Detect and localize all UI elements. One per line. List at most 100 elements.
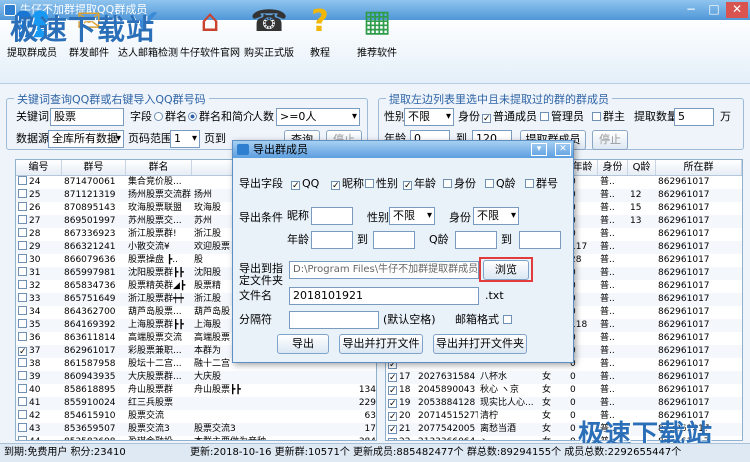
- field-qq-checkbox[interactable]: ✓ QQ: [291, 175, 319, 193]
- cond-nick-input[interactable]: [311, 207, 353, 225]
- table-row[interactable]: 40 858618895 舟山股票群 舟山股票┣┣ 134: [16, 384, 376, 397]
- count-input[interactable]: 5: [674, 108, 714, 126]
- checkbox-icon[interactable]: [18, 397, 27, 406]
- checkbox-icon[interactable]: [18, 241, 27, 250]
- table-cell: 普..: [600, 281, 615, 291]
- page-from-select[interactable]: 1: [170, 130, 200, 148]
- table-cell: 854615910: [64, 411, 116, 421]
- checkbox-icon[interactable]: [18, 319, 27, 328]
- row-checkbox-cell: ✓ 37: [18, 346, 41, 357]
- checkbox-icon[interactable]: [18, 423, 27, 432]
- gender-label: 性别: [384, 110, 406, 123]
- checkbox-icon[interactable]: [18, 228, 27, 237]
- checkbox-checked-icon[interactable]: ✓: [388, 412, 397, 422]
- checkbox-icon[interactable]: [18, 384, 27, 393]
- export-button[interactable]: 导出: [277, 334, 329, 354]
- export-dialog: 导出群成员 ▾ ✕ 导出字段 ✓ QQ ✓ 昵称 性别 ✓ 年龄 身份 Q龄 群号 导…: [232, 140, 574, 363]
- table-cell: 15: [630, 203, 642, 213]
- field-grp-checkbox[interactable]: 群号: [525, 175, 558, 193]
- table-cell: 871121319: [64, 190, 116, 200]
- checkbox-checked-icon[interactable]: ✓: [388, 425, 397, 435]
- checkbox-icon[interactable]: [18, 306, 27, 315]
- table-row[interactable]: 39 860943935 大庆股票群... 大庆股: [16, 371, 376, 384]
- maximize-button[interactable]: □: [703, 2, 725, 18]
- checkbox-icon[interactable]: [18, 293, 27, 302]
- checkbox-icon[interactable]: [18, 358, 27, 367]
- tool-recommend[interactable]: ▦ 推荐软件: [352, 2, 402, 62]
- checkbox-icon[interactable]: [18, 176, 27, 185]
- normal-member-checkbox[interactable]: ✓ 普通成员: [482, 108, 537, 126]
- tool-website[interactable]: ⌂ 牛仔软件官网: [180, 2, 240, 62]
- table-cell: 离愁当酒: [480, 424, 517, 434]
- table-row[interactable]: ✓ 18 2045890043 秋心 ヽ京 女 0 普.. 862961017: [386, 384, 742, 397]
- gender-select[interactable]: 不限: [404, 108, 454, 126]
- cond-age-from[interactable]: [311, 231, 353, 249]
- checkbox-checked-icon[interactable]: ✓: [388, 386, 397, 396]
- field-ql-checkbox[interactable]: Q龄: [485, 175, 516, 193]
- checkbox-checked-icon[interactable]: ✓: [18, 347, 27, 357]
- radio-group-name[interactable]: 群名: [154, 108, 187, 126]
- radio-group-name-intro[interactable]: 群名和简介: [188, 108, 254, 126]
- mail-format-checkbox[interactable]: 邮箱格式: [455, 311, 514, 329]
- checkbox-checked-icon[interactable]: ✓: [388, 438, 397, 440]
- separator-input[interactable]: [289, 311, 379, 329]
- checkbox-icon[interactable]: [18, 189, 27, 198]
- checkbox-icon[interactable]: [18, 410, 27, 419]
- keyword-input[interactable]: 股票: [50, 108, 124, 126]
- extract-stop-button[interactable]: 停止: [592, 130, 628, 150]
- close-button[interactable]: ✕: [726, 2, 748, 18]
- checkbox-icon[interactable]: [18, 254, 27, 263]
- table-cell: [628, 306, 656, 319]
- field-nick-checkbox[interactable]: ✓ 昵称: [331, 175, 364, 193]
- admin-checkbox[interactable]: 管理员: [540, 108, 584, 126]
- table-cell: 股票操盘 ┣..: [128, 255, 179, 265]
- table-cell: 普..: [600, 216, 615, 226]
- dialog-menu-icon[interactable]: ▾: [531, 143, 547, 156]
- table-row[interactable]: ✓ 19 2053884128 现实比人心... 女 0 普.. 862961017: [386, 397, 742, 410]
- table-cell: [628, 241, 656, 254]
- watermark-logo: 极速下载站: [10, 13, 156, 46]
- table-row[interactable]: 44852583698盈琪金融投...本群主要做为音种...384: [16, 436, 376, 440]
- row-checkbox-cell: 44: [16, 436, 62, 440]
- checkbox-checked-icon[interactable]: ✓: [388, 373, 397, 383]
- field-sex-checkbox[interactable]: 性别: [365, 175, 398, 193]
- dialog-close-icon[interactable]: ✕: [555, 143, 571, 156]
- cond-ql-to[interactable]: [519, 231, 561, 249]
- table-cell: 浙江股票群┿┿: [128, 294, 184, 304]
- cond-ql-from[interactable]: [455, 231, 497, 249]
- export-open-file-button[interactable]: 导出并打开文件: [339, 334, 423, 354]
- table-row[interactable]: 42 854615910 股票交流 63: [16, 410, 376, 423]
- checkbox-icon[interactable]: [18, 215, 27, 224]
- checkbox-icon[interactable]: [18, 267, 27, 276]
- table-cell: 862961017: [658, 359, 710, 369]
- table-row[interactable]: 43 853659507 股票交流3 股票交流3 17: [16, 423, 376, 436]
- browse-button[interactable]: 浏览: [483, 260, 529, 280]
- minimize-button[interactable]: −: [680, 2, 702, 18]
- table-cell: 862961017: [658, 281, 710, 291]
- separator-hint: (默认空格): [383, 313, 436, 326]
- table-cell: 862961017: [658, 320, 710, 330]
- field-age-checkbox[interactable]: ✓ 年龄: [403, 175, 436, 193]
- cond-sex-select[interactable]: 不限: [389, 207, 435, 225]
- table-row[interactable]: 41 855910024 红三兵股票 229: [16, 397, 376, 410]
- export-open-folder-button[interactable]: 导出并打开文件夹: [433, 334, 527, 354]
- cond-role-select[interactable]: 不限: [473, 207, 519, 225]
- checkbox-icon[interactable]: [18, 436, 27, 440]
- table-cell: 862961017: [658, 229, 710, 239]
- checkbox-icon[interactable]: [18, 371, 27, 380]
- checkbox-icon[interactable]: [18, 332, 27, 341]
- source-select[interactable]: 全库所有数据: [48, 130, 124, 148]
- members-select[interactable]: >=0人: [276, 108, 360, 126]
- export-path-input[interactable]: D:\Program Files\牛仔不加群提取群成员\: [289, 261, 479, 279]
- tool-tutorial[interactable]: ? 教程: [298, 2, 342, 62]
- owner-checkbox[interactable]: 群主: [592, 108, 625, 126]
- filename-input[interactable]: 2018101921: [289, 287, 479, 305]
- table-row[interactable]: ✓ 17 2027631584 八杯水 女 0 普.. 862961017: [386, 371, 742, 384]
- checkbox-icon[interactable]: [18, 280, 27, 289]
- tool-buy[interactable]: ☎ 购买正式版: [240, 2, 298, 62]
- checkbox-icon[interactable]: [18, 202, 27, 211]
- checkbox-checked-icon[interactable]: ✓: [388, 399, 397, 409]
- row-checkbox-cell: ✓ 17: [388, 372, 411, 383]
- field-role-checkbox[interactable]: 身份: [443, 175, 476, 193]
- cond-age-to[interactable]: [373, 231, 415, 249]
